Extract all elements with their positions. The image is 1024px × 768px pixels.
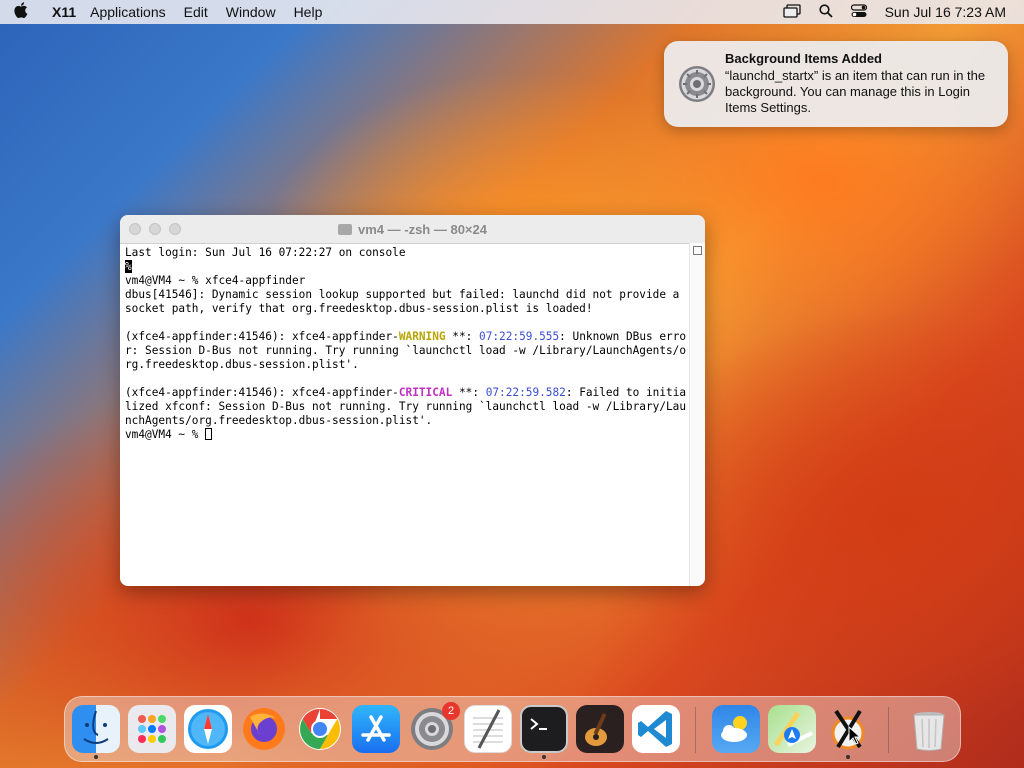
terminal-title: vm4 — -zsh — 80×24 xyxy=(358,221,487,237)
menu-edit[interactable]: Edit xyxy=(184,4,208,20)
textedit-icon[interactable] xyxy=(464,705,512,753)
launchpad-icon[interactable] xyxy=(128,705,176,753)
control-center-icon[interactable] xyxy=(850,3,867,21)
terminal-output[interactable]: Last login: Sun Jul 16 07:22:27 on conso… xyxy=(120,244,705,442)
finder-icon[interactable] xyxy=(72,705,120,753)
notification-badge: 2 xyxy=(442,702,460,720)
dock xyxy=(64,696,961,762)
notification-title: Background Items Added xyxy=(725,51,882,66)
dock-separator xyxy=(888,707,889,753)
zoom-button[interactable] xyxy=(169,223,181,235)
menu-window[interactable]: Window xyxy=(226,4,276,20)
chrome-icon[interactable] xyxy=(296,705,344,753)
spotlight-search-icon[interactable] xyxy=(818,3,833,21)
menu-bar: X11 Applications Edit Window Help Sun Ju… xyxy=(0,0,1024,24)
critical-label: CRITICAL xyxy=(398,386,453,399)
menu-clock[interactable]: Sun Jul 16 7:23 AM xyxy=(885,4,1006,20)
terminal-scrollbar[interactable] xyxy=(689,243,705,586)
split-pane-icon[interactable] xyxy=(693,246,702,255)
folder-icon xyxy=(338,223,352,235)
garageband-icon[interactable] xyxy=(576,705,624,753)
maps-icon[interactable] xyxy=(768,705,816,753)
terminal-line: Last login: Sun Jul 16 07:22:27 on conso… xyxy=(125,246,406,259)
menu-help[interactable]: Help xyxy=(294,4,323,20)
close-button[interactable] xyxy=(129,223,141,235)
mouse-pointer-icon xyxy=(848,725,862,751)
terminal-icon[interactable] xyxy=(520,705,568,753)
vscode-icon[interactable] xyxy=(632,705,680,753)
terminal-line: (xfce4-appfinder:41546): xfce4-appfinder… xyxy=(125,330,687,371)
text-cursor xyxy=(205,428,213,440)
weather-icon[interactable] xyxy=(712,705,760,753)
terminal-prompt: vm4@VM4 ~ % xyxy=(125,428,206,441)
terminal-line: (xfce4-appfinder:41546): xfce4-appfinder… xyxy=(125,386,687,427)
running-indicator xyxy=(94,755,98,759)
notification-body: “launchd_startx” is an item that can run… xyxy=(725,68,986,115)
screen-mirroring-icon[interactable] xyxy=(782,3,801,21)
timestamp: 07:22:59.555 xyxy=(479,330,560,343)
minimize-button[interactable] xyxy=(149,223,161,235)
app-menu[interactable]: X11 xyxy=(52,4,76,20)
trash-icon[interactable] xyxy=(905,705,953,753)
timestamp: 07:22:59.582 xyxy=(485,386,566,399)
running-indicator xyxy=(846,755,850,759)
terminal-line: vm4@VM4 ~ % xfce4-appfinder xyxy=(125,274,306,287)
notification-banner[interactable]: Background Items Added “launchd_startx” … xyxy=(664,41,1008,127)
warning-label: WARNING xyxy=(398,330,446,343)
terminal-window[interactable]: vm4 — -zsh — 80×24 Last login: Sun Jul 1… xyxy=(120,215,705,586)
system-settings-gear-icon xyxy=(678,65,716,103)
dock-separator xyxy=(695,707,696,753)
menu-applications[interactable]: Applications xyxy=(90,4,166,20)
running-indicator xyxy=(542,755,546,759)
app-store-icon[interactable] xyxy=(352,705,400,753)
apple-menu-icon[interactable] xyxy=(14,1,40,23)
firefox-icon[interactable] xyxy=(240,705,288,753)
terminal-line: dbus[41546]: Dynamic session lookup supp… xyxy=(125,288,687,315)
safari-icon[interactable] xyxy=(184,705,232,753)
terminal-line: % xyxy=(125,260,132,273)
terminal-titlebar[interactable]: vm4 — -zsh — 80×24 xyxy=(120,215,705,244)
